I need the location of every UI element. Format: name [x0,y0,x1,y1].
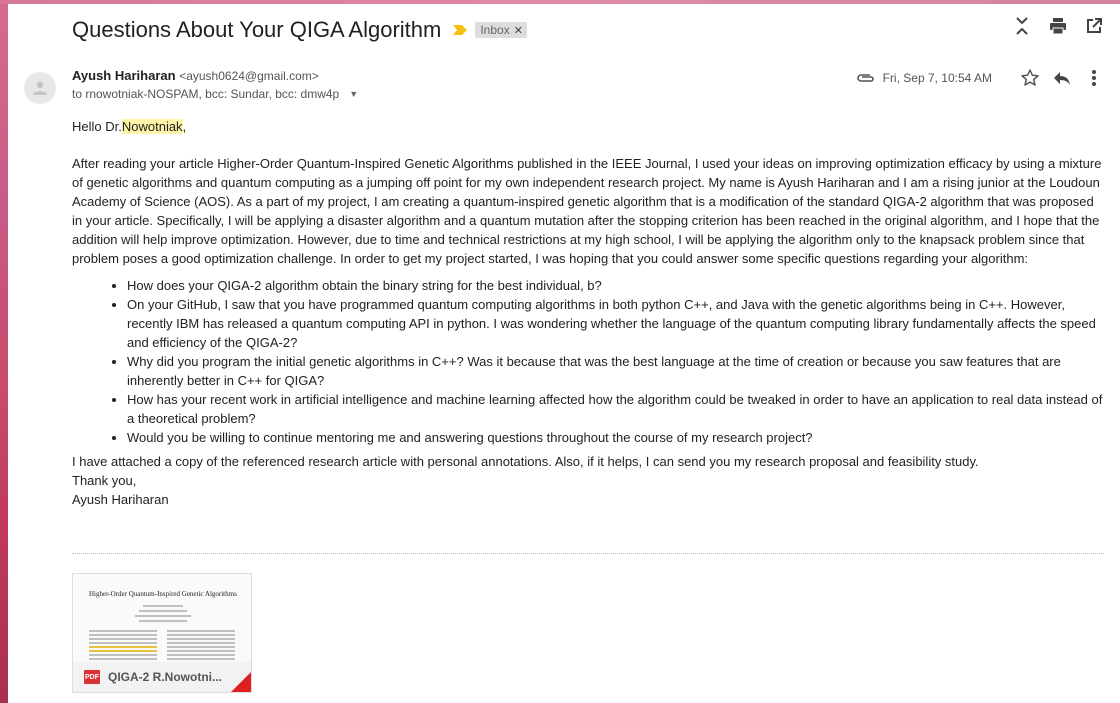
importance-marker-icon[interactable] [453,25,468,35]
attachment-footer: PDF QIGA-2 R.Nowotni... [73,662,251,692]
greeting-prefix: Hello Dr. [72,119,122,134]
star-button[interactable] [1020,68,1040,88]
sender-block: Ayush Hariharan <ayush0624@gmail.com> to… [72,68,358,101]
email-subject: Questions About Your QIGA Algorithm [72,17,442,42]
email-view: Questions About Your QIGA Algorithm Inbo… [8,4,1120,703]
remove-label-icon[interactable]: ✕ [514,24,523,37]
paperclip-icon [856,73,875,83]
pdf-corner-fold [231,672,251,692]
sender-email: <ayush0624@gmail.com> [179,69,319,83]
attachment-preview: Higher-Order Quantum-Inspired Genetic Al… [73,574,251,662]
reply-icon [1054,72,1070,85]
questions-list: How does your QIGA-2 algorithm obtain th… [72,276,1106,447]
message-body: Hello Dr.Nowotniak, After reading your a… [72,117,1106,509]
message-date: Fri, Sep 7, 10:54 AM [882,71,992,85]
attachment-card[interactable]: Higher-Order Quantum-Inspired Genetic Al… [72,573,252,693]
greeting: Hello Dr.Nowotniak, [72,117,1106,136]
list-item: Would you be willing to continue mentori… [127,428,1106,447]
label-chip-text: Inbox [480,23,510,37]
subject-row: Questions About Your QIGA Algorithm Inbo… [72,12,527,48]
print-icon [1050,18,1066,35]
greeting-suffix: , [182,119,187,134]
pdf-icon: PDF [84,670,100,684]
list-item: Why did you program the initial genetic … [127,352,1106,390]
signature: Ayush Hariharan [72,492,169,507]
print-button[interactable] [1048,16,1068,36]
greeting-name-highlight: Nowotniak [121,119,183,134]
show-details-icon[interactable]: ▼ [349,89,358,99]
list-item: How does your QIGA-2 algorithm obtain th… [127,276,1106,295]
recipients-line: to rnowotniak-NOSPAM, bcc: Sundar, bcc: … [72,87,358,101]
unfold-icon [1016,17,1028,35]
open-in-new-window-button[interactable] [1084,16,1104,36]
more-options-button[interactable] [1084,68,1104,88]
star-icon [1021,69,1039,86]
person-icon [33,81,47,95]
list-item: How has your recent work in artificial i… [127,390,1106,428]
sender-name[interactable]: Ayush Hariharan [72,68,176,83]
more-vert-icon [1092,70,1096,86]
attachment-filename: QIGA-2 R.Nowotni... [108,670,222,684]
open-in-new-icon [1087,18,1102,33]
reply-button[interactable] [1052,68,1072,88]
label-chip-inbox: Inbox ✕ [475,22,527,38]
body-paragraph-2: I have attached a copy of the referenced… [72,454,979,469]
recipients-text: to rnowotniak-NOSPAM, bcc: Sundar, bcc: … [72,87,340,101]
expand-all-button[interactable] [1012,16,1032,36]
thread-actions [1012,16,1104,36]
list-item: On your GitHub, I saw that you have prog… [127,295,1106,352]
message-meta: Fri, Sep 7, 10:54 AM [856,68,1104,88]
background-strip-left [0,0,8,703]
preview-title: Higher-Order Quantum-Inspired Genetic Al… [89,590,237,598]
sender-line: Ayush Hariharan <ayush0624@gmail.com> [72,68,358,83]
closing: Thank you, [72,473,137,488]
body-paragraph-1: After reading your article Higher-Order … [72,156,1102,266]
sender-avatar[interactable] [24,72,56,104]
attachment-divider [72,553,1104,554]
